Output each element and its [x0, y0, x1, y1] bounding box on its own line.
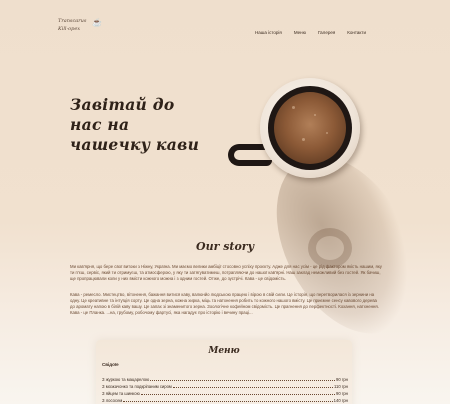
header: Transcarus ☕ Kill·opex Наша історія Меню… — [0, 0, 450, 60]
menu-item-leader — [172, 385, 333, 388]
menu-item: З лососем 140 грн — [102, 398, 348, 403]
nav-link-menu[interactable]: Меню — [294, 30, 306, 35]
logo-text-line2: Kill·opex — [58, 26, 81, 32]
menu-item-price: 90 грн — [336, 377, 348, 382]
menu-item-price: 90 грн — [336, 391, 348, 396]
coffee-cup-image — [228, 78, 444, 358]
menu-section-title: Свідоїе — [102, 362, 119, 367]
menu-item-price: 140 грн — [333, 398, 348, 403]
menu-item-name: З лососем — [102, 398, 123, 403]
menu-card: Меню Свідоїе З журкою та мацарелою 90 гр… — [96, 340, 352, 404]
menu-item-leader — [140, 392, 335, 395]
menu-item-leader — [123, 399, 333, 402]
menu-item: З журкою та мацарелою 90 грн — [102, 377, 348, 382]
menu-item-leader — [150, 378, 335, 381]
story-title: Our story — [195, 240, 254, 253]
coffee-cup-icon: ☕ — [92, 18, 102, 27]
menu-item-name: З журкою та мацарелою — [102, 377, 150, 382]
hero-title: Завітай до нас на чашечку кави — [70, 95, 200, 154]
story-paragraph-1: Ми кав'ярня, що бере свої витоки з Ніжну… — [70, 264, 382, 282]
menu-item: З мозкачонко та подкріпаним сиром 110 гр… — [102, 384, 348, 389]
menu-item-price: 110 грн — [333, 384, 348, 389]
menu-item-name: З яйцем та шинкою — [102, 391, 140, 396]
menu-title: Меню — [208, 346, 240, 356]
logo[interactable]: Transcarus ☕ Kill·opex — [58, 18, 128, 40]
menu-item-name: З мозкачонко та подкріпаним сиром — [102, 384, 172, 389]
menu-item: З яйцем та шинкою 90 грн — [102, 391, 348, 396]
story-paragraph-2: Кава - ремесло. Мистецтво, вітхнення, ба… — [70, 292, 379, 316]
nav-link-our-story[interactable]: Наша історія — [255, 30, 282, 35]
nav-link-gallery[interactable]: Галерея — [318, 30, 335, 35]
coffee-surface — [274, 92, 346, 164]
main-nav: Наша історія Меню Галерея Контакти — [255, 30, 366, 35]
nav-link-contacts[interactable]: Контакти — [347, 30, 366, 35]
logo-text-line1: Transcarus — [58, 18, 87, 24]
